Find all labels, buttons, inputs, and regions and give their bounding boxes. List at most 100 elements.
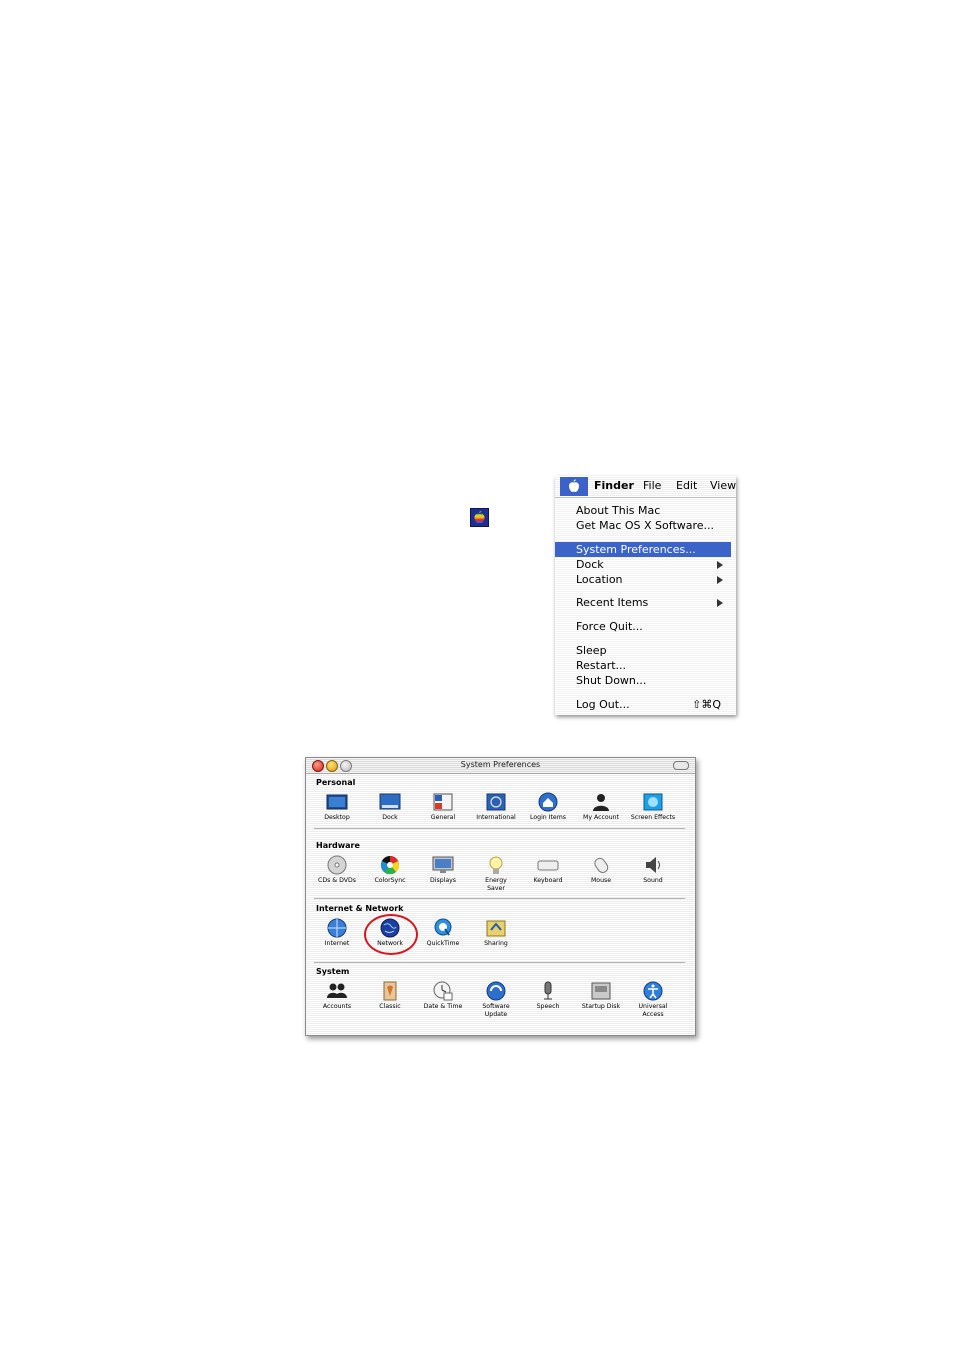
pref-pane-keyboard[interactable]: Keyboard (522, 855, 574, 889)
menu-item-label: Dock (576, 558, 604, 571)
pref-pane-desktop[interactable]: Desktop (311, 792, 363, 826)
pref-pane-label: General (430, 814, 456, 821)
section-title-internet-network: Internet & Network (316, 904, 404, 913)
energy-saver-icon (485, 855, 507, 875)
menu-item-sleep[interactable]: Sleep (555, 643, 731, 658)
pref-pane-energy-saver[interactable]: Energy Saver (470, 855, 522, 892)
menubar-file[interactable]: File (643, 479, 661, 492)
pref-pane-sharing[interactable]: Sharing (470, 918, 522, 952)
menubar-finder[interactable]: Finder (594, 479, 634, 492)
pref-pane-displays[interactable]: Displays (417, 855, 469, 889)
menu-item-recent-items[interactable]: Recent Items (555, 595, 731, 610)
pref-pane-date-time[interactable]: Date & Time (417, 981, 469, 1015)
menu-item-label: Shut Down... (576, 674, 647, 687)
pref-pane-software-update[interactable]: Software Update (470, 981, 522, 1018)
pref-pane-cds-dvds[interactable]: CDs & DVDs (311, 855, 363, 889)
system-preferences-window: System Preferences Personal Desktop Dock Ge… (305, 757, 696, 1036)
pref-pane-login-items[interactable]: Login Items (522, 792, 574, 826)
mouse-icon (590, 855, 612, 875)
apple-menu-dropdown: About This Mac Get Mac OS X Software... Sy… (555, 498, 736, 715)
login-items-icon (537, 792, 559, 812)
pref-pane-my-account[interactable]: My Account (575, 792, 627, 826)
section-title-personal: Personal (316, 778, 356, 787)
pref-pane-label: Energy Saver (485, 877, 507, 892)
pref-pane-label: Login Items (530, 814, 566, 821)
menu-item-label: Log Out... (576, 698, 630, 711)
pref-pane-label: Keyboard (533, 877, 563, 884)
pref-pane-mouse[interactable]: Mouse (575, 855, 627, 889)
pref-pane-speech[interactable]: Speech (522, 981, 574, 1015)
screen-effects-icon (642, 792, 664, 812)
pref-pane-classic[interactable]: Classic (364, 981, 416, 1015)
window-title: System Preferences (460, 760, 541, 769)
pref-pane-label: CDs & DVDs (318, 877, 356, 884)
cds-dvds-icon (326, 855, 348, 875)
menubar-view[interactable]: View (710, 479, 736, 492)
pref-pane-universal-access[interactable]: Universal Access (627, 981, 679, 1018)
startup-disk-icon (590, 981, 612, 1001)
network-highlight-circle (364, 914, 418, 955)
universal-access-icon (642, 981, 664, 1001)
menu-item-about-this-mac[interactable]: About This Mac (555, 503, 731, 518)
menu-item-system-preferences[interactable]: System Preferences... (555, 542, 731, 557)
keyboard-icon (537, 855, 559, 875)
pref-pane-label: Date & Time (423, 1003, 463, 1010)
submenu-arrow-icon (717, 599, 723, 607)
menu-item-label: About This Mac (576, 504, 661, 517)
pref-pane-label: Sound (643, 877, 663, 884)
pref-pane-general[interactable]: General (417, 792, 469, 826)
pref-pane-label: Sharing (484, 940, 508, 947)
accounts-icon (326, 981, 348, 1001)
pref-pane-international[interactable]: International (470, 792, 522, 826)
menu-item-shut-down[interactable]: Shut Down... (555, 673, 731, 688)
sharing-icon (485, 918, 507, 938)
speech-icon (537, 981, 559, 1001)
pref-pane-label: Accounts (322, 1003, 352, 1010)
pref-pane-label: My Account (583, 814, 619, 821)
dock-icon (379, 792, 401, 812)
sound-icon (642, 855, 664, 875)
pref-pane-label: Internet (324, 940, 350, 947)
desktop-icon (326, 792, 348, 812)
menu-item-label: Recent Items (576, 596, 649, 609)
pref-pane-sound[interactable]: Sound (627, 855, 679, 889)
section-divider (314, 962, 685, 963)
pref-pane-screen-effects[interactable]: Screen Effects (627, 792, 679, 826)
displays-icon (432, 855, 454, 875)
menu-item-force-quit[interactable]: Force Quit... (555, 619, 731, 634)
apple-menu-screenshot: Finder File Edit View About This Mac Get … (555, 476, 736, 715)
submenu-arrow-icon (717, 561, 723, 569)
section-title-hardware: Hardware (316, 841, 360, 850)
window-titlebar[interactable]: System Preferences (306, 758, 695, 774)
pref-pane-label: Startup Disk (581, 1003, 621, 1010)
pref-pane-label: Desktop (324, 814, 350, 821)
keyboard-shortcut: ⇧⌘Q (692, 698, 721, 711)
pref-pane-label: Software Update (482, 1003, 510, 1018)
menu-item-dock[interactable]: Dock (555, 557, 731, 572)
pref-pane-dock[interactable]: Dock (364, 792, 416, 826)
pref-pane-accounts[interactable]: Accounts (311, 981, 363, 1015)
menu-item-restart[interactable]: Restart... (555, 658, 731, 673)
submenu-arrow-icon (717, 576, 723, 584)
menu-item-location[interactable]: Location (555, 572, 731, 587)
pref-pane-internet[interactable]: Internet (311, 918, 363, 952)
pref-pane-label: Screen Effects (630, 814, 676, 821)
menu-bar: Finder File Edit View (555, 476, 736, 498)
menu-item-label: Location (576, 573, 623, 586)
pref-pane-startup-disk[interactable]: Startup Disk (575, 981, 627, 1015)
pref-pane-quicktime[interactable]: QuickTime (417, 918, 469, 952)
date-time-icon (432, 981, 454, 1001)
section-divider (314, 828, 685, 829)
toolbar-toggle-button[interactable] (673, 761, 689, 770)
menu-item-get-mac-os-x-software[interactable]: Get Mac OS X Software... (555, 518, 731, 533)
internet-icon (326, 918, 348, 938)
apple-menu-button[interactable] (560, 477, 588, 496)
menu-item-log-out[interactable]: Log Out... ⇧⌘Q (555, 697, 731, 712)
menubar-edit[interactable]: Edit (676, 479, 697, 492)
pref-pane-colorsync[interactable]: ColorSync (364, 855, 416, 889)
pref-pane-label: Displays (429, 877, 457, 884)
colorsync-icon (379, 855, 401, 875)
pref-pane-label: Classic (379, 1003, 401, 1010)
apple-icon (569, 479, 579, 492)
menu-item-label: Force Quit... (576, 620, 643, 633)
